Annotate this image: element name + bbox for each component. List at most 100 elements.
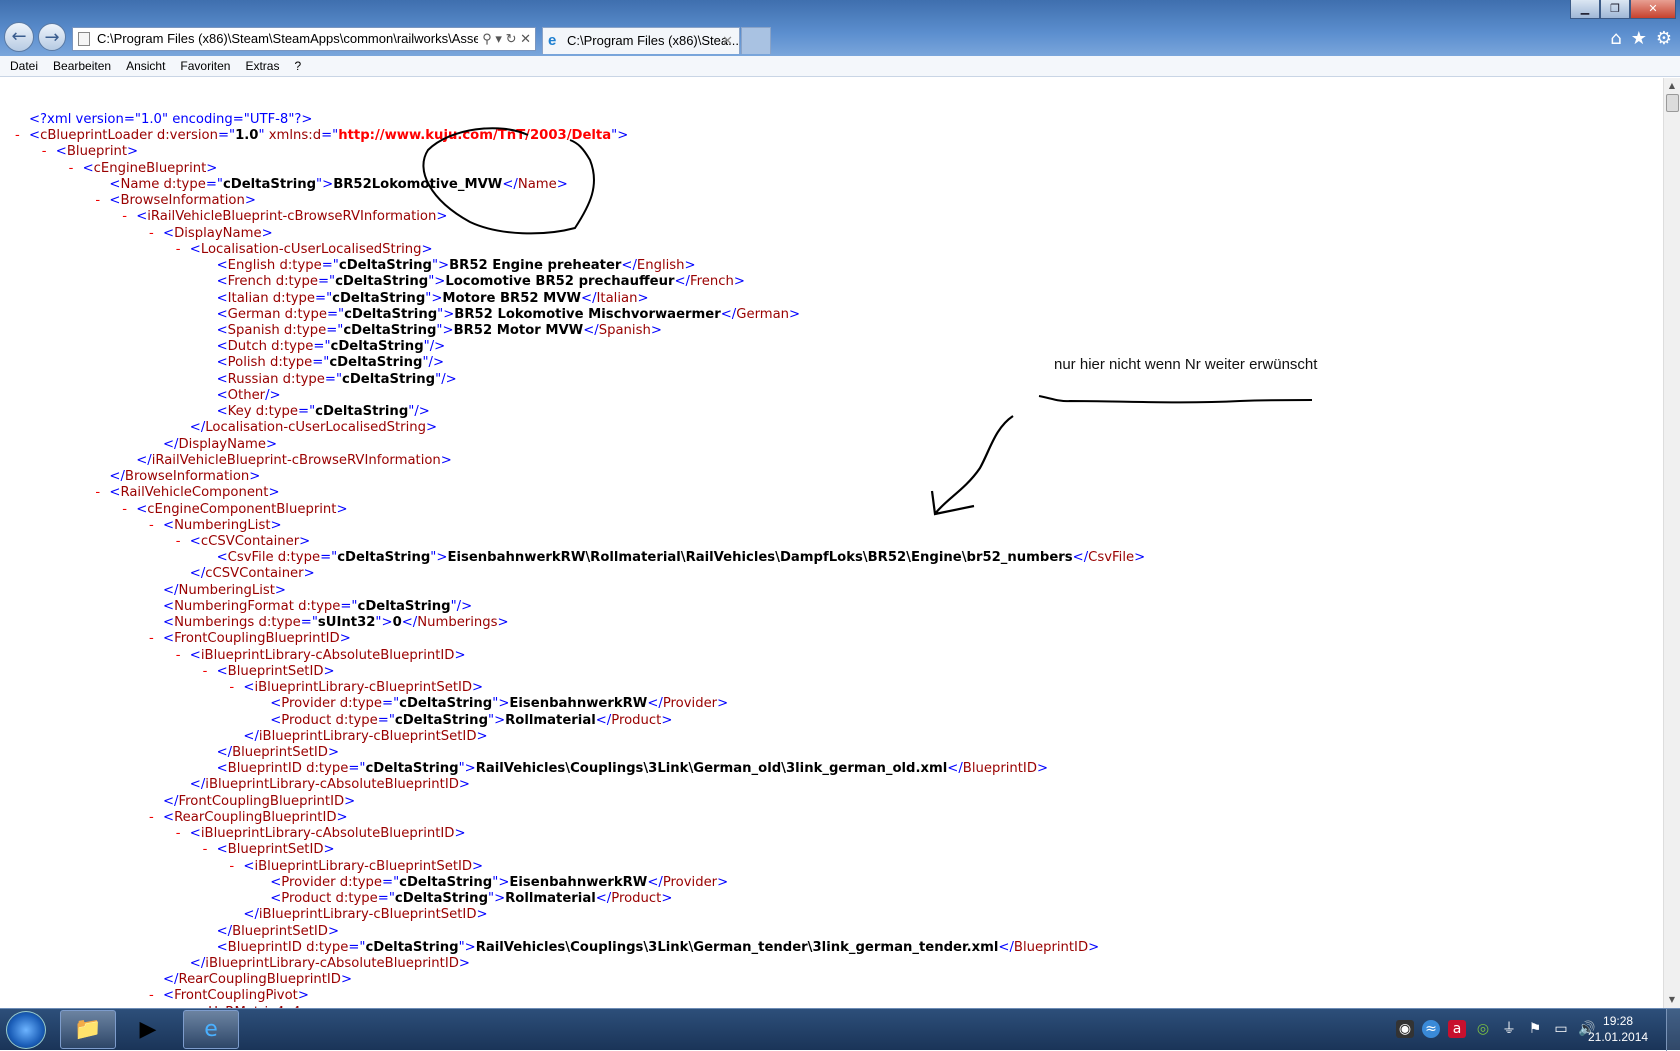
tag-name: German	[736, 306, 790, 322]
markup: <	[216, 939, 228, 955]
attribute-name: d:version	[152, 128, 218, 144]
tag-name: English	[227, 258, 276, 274]
tab-active[interactable]: e C:\Program Files (x86)\Stea... ✕	[542, 27, 740, 54]
tag-name: RearCouplingBlueprintID	[174, 809, 337, 825]
tag-name: Provider	[281, 696, 336, 712]
minimize-button[interactable]: ▁	[1570, 0, 1600, 19]
fold-toggle[interactable]: -	[122, 209, 127, 225]
address-bar[interactable]: C:\Program Files (x86)\Steam\SteamApps\c…	[72, 27, 536, 51]
fold-toggle[interactable]: -	[203, 842, 208, 858]
stop-icon[interactable]: ✕	[520, 31, 531, 46]
clock[interactable]: 19:28 21.01.2014	[1588, 1013, 1648, 1045]
ie-taskbar-icon[interactable]: e	[183, 1010, 239, 1049]
xml-line: - <iRailVehicleBlueprint-cBrowseRVInforma…	[122, 209, 447, 225]
markup: >	[322, 176, 334, 192]
start-button[interactable]	[6, 1011, 46, 1049]
search-icon[interactable]: ⚲	[482, 31, 492, 46]
network-app-icon[interactable]: ≈	[1422, 1020, 1440, 1038]
address-controls[interactable]: ⚲ ▾ ↻ ✕	[478, 28, 531, 50]
markup: </	[109, 469, 125, 485]
scroll-up-icon[interactable]: ▲	[1664, 78, 1680, 94]
markup: >	[206, 160, 218, 176]
forward-button[interactable]: →	[38, 23, 66, 51]
fold-toggle[interactable]: -	[122, 502, 127, 518]
new-tab-button[interactable]	[741, 27, 771, 54]
close-button[interactable]: ✕	[1630, 0, 1676, 19]
fold-toggle[interactable]: -	[95, 193, 100, 209]
xml-line: - <RailVehicleComponent>	[95, 485, 279, 501]
avira-icon[interactable]: a	[1448, 1020, 1466, 1038]
fold-toggle[interactable]: -	[15, 128, 20, 144]
markup: >	[1134, 550, 1146, 566]
markup: <	[216, 387, 228, 403]
nvidia-icon[interactable]: ◎	[1474, 1020, 1492, 1038]
element-text: RailVehicles\Couplings\3Link\German_tend…	[475, 939, 999, 955]
usb-device-icon[interactable]: ⏚	[1500, 1020, 1518, 1038]
fold-toggle[interactable]: -	[203, 664, 208, 680]
xml-line: <CsvFile d:type="cDeltaString">Eisenbahn…	[217, 550, 1146, 566]
markup: <	[163, 615, 175, 631]
show-desktop-button[interactable]	[1666, 1009, 1680, 1051]
xml-line: <Spanish d:type="cDeltaString">BR52 Moto…	[217, 323, 662, 339]
markup: >	[617, 128, 629, 144]
media-player-taskbar-icon[interactable]: ▶	[120, 1010, 176, 1049]
markup: </	[216, 744, 233, 760]
vertical-scrollbar[interactable]: ▲ ▼	[1663, 78, 1680, 1008]
tag-name: iBlueprintLibrary-cBlueprintSetID	[258, 728, 477, 744]
fold-toggle[interactable]: -	[149, 988, 154, 1004]
menu-bearbeiten[interactable]: Bearbeiten	[53, 56, 118, 76]
network-icon[interactable]: ▭	[1552, 1020, 1570, 1038]
markup: >	[650, 322, 662, 338]
scroll-down-icon[interactable]: ▼	[1664, 992, 1680, 1008]
menu-favoriten[interactable]: Favoriten	[180, 56, 237, 76]
tag-name: iRailVehicleBlueprint-cBrowseRVInformati…	[151, 452, 441, 468]
markup: <	[109, 176, 121, 192]
gear-icon[interactable]: ⚙	[1656, 28, 1672, 49]
attribute-value: cDeltaString	[394, 712, 489, 728]
menu-help[interactable]: ?	[294, 56, 308, 76]
markup: <	[270, 712, 282, 728]
tag-name: FrontCouplingPivot	[174, 988, 298, 1004]
steam-icon[interactable]: ◉	[1396, 1020, 1414, 1038]
menu-datei[interactable]: Datei	[10, 56, 45, 76]
favorites-star-icon[interactable]: ★	[1631, 28, 1647, 49]
xml-line: <German d:type="cDeltaString">BR52 Lokom…	[217, 307, 801, 323]
fold-toggle[interactable]: -	[149, 518, 154, 534]
maximize-button[interactable]: ❐	[1600, 0, 1630, 19]
tag-name: Localisation-cUserLocalisedString	[200, 241, 422, 257]
tag-name: Blueprint	[66, 144, 128, 160]
back-button[interactable]: ←	[4, 22, 34, 52]
menu-extras[interactable]: Extras	[245, 56, 286, 76]
fold-toggle[interactable]: -	[176, 534, 181, 550]
markup: </	[595, 891, 612, 907]
fold-toggle[interactable]: -	[176, 826, 181, 842]
refresh-icon[interactable]: ↻	[506, 31, 517, 46]
fold-toggle[interactable]: -	[229, 859, 234, 875]
fold-toggle[interactable]: -	[95, 485, 100, 501]
explorer-taskbar-icon[interactable]: 📁	[60, 1010, 116, 1049]
xml-line: </iBlueprintLibrary-cAbsoluteBlueprintID…	[190, 956, 470, 972]
attribute-value: cDeltaString	[394, 891, 489, 907]
scroll-thumb[interactable]	[1666, 94, 1679, 112]
fold-toggle[interactable]: -	[176, 648, 181, 664]
action-center-flag-icon[interactable]: ⚑	[1526, 1020, 1544, 1038]
fold-toggle[interactable]: -	[229, 680, 234, 696]
fold-toggle[interactable]: -	[69, 161, 74, 177]
markup: >	[266, 436, 278, 452]
menu-ansicht[interactable]: Ansicht	[126, 56, 172, 76]
markup: </	[581, 290, 597, 306]
browser-chrome: ← → C:\Program Files (x86)\Steam\SteamAp…	[0, 0, 1680, 56]
tab-close-icon[interactable]: ✕	[722, 28, 733, 53]
tag-name: DisplayName	[178, 436, 267, 452]
fold-toggle[interactable]: -	[149, 226, 154, 242]
fold-toggle[interactable]: -	[42, 144, 47, 160]
fold-toggle[interactable]: -	[149, 810, 154, 826]
markup: >	[442, 322, 454, 338]
markup: ="	[320, 550, 338, 566]
markup: ="	[326, 322, 344, 338]
fold-toggle[interactable]: -	[176, 242, 181, 258]
markup: >	[498, 696, 510, 712]
fold-toggle[interactable]: -	[149, 631, 154, 647]
home-icon[interactable]: ⌂	[1610, 28, 1621, 49]
markup: >	[458, 777, 470, 793]
